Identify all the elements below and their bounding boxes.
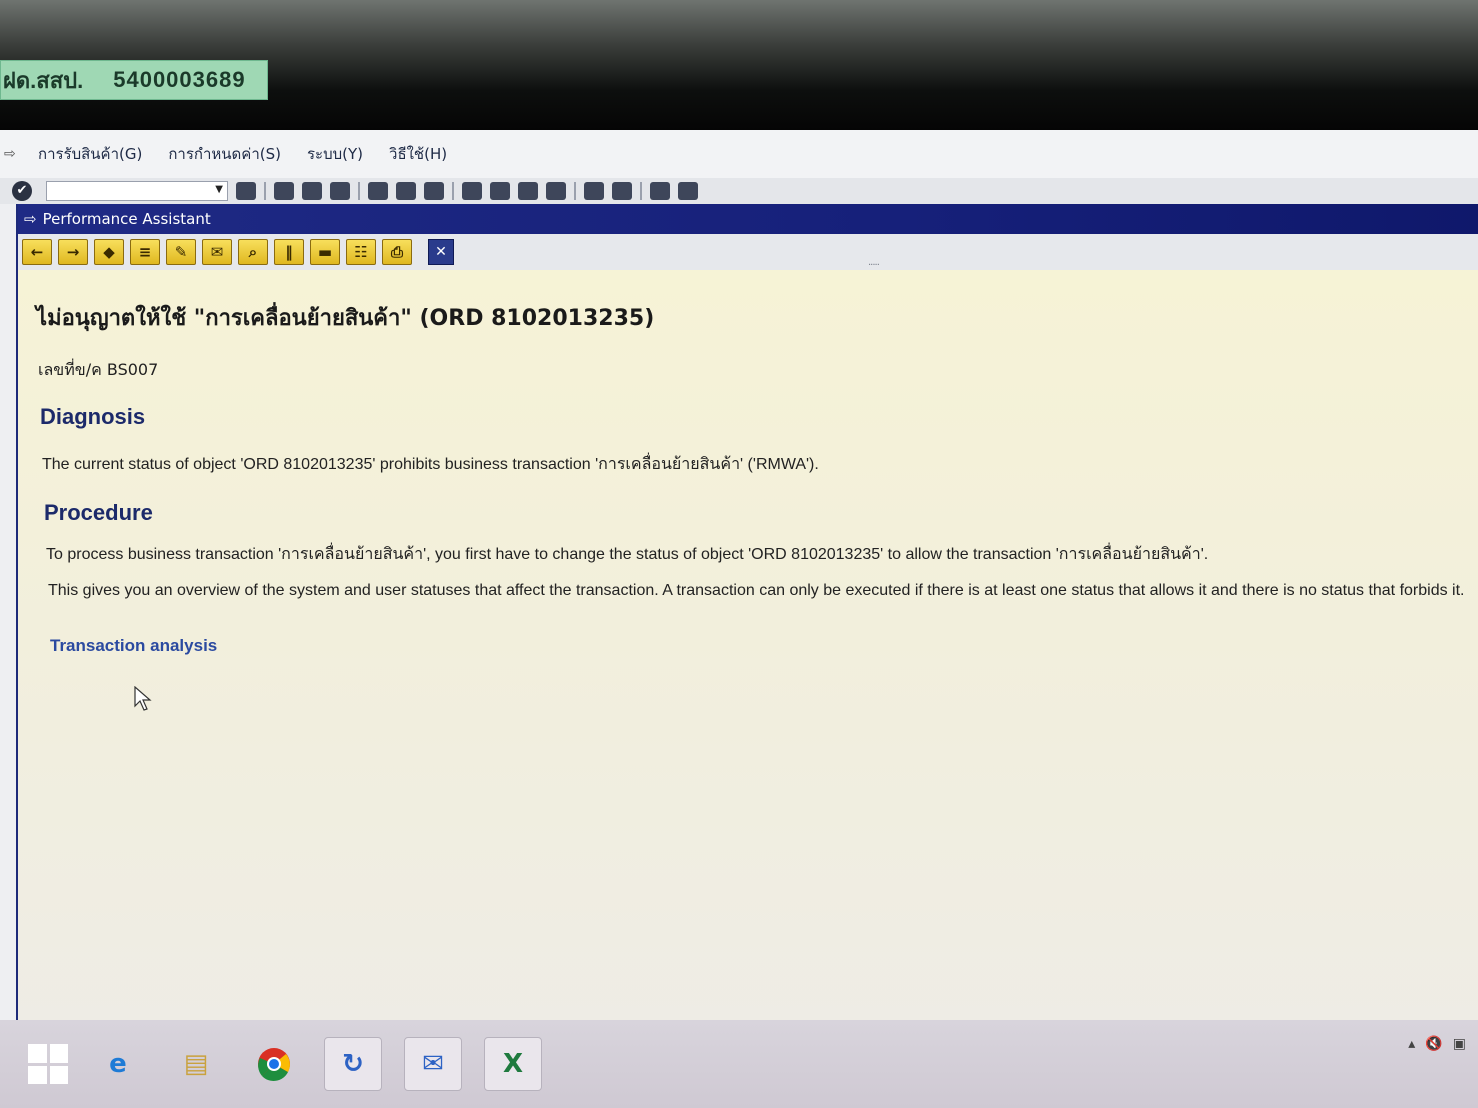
edit-icon[interactable]: ✎ bbox=[166, 239, 196, 265]
find-next-icon[interactable] bbox=[424, 182, 444, 200]
menu-item-settings[interactable]: การกำหนดค่า(S) bbox=[168, 142, 281, 166]
monitor-bezel: ฝด.สสป. 5400003689 bbox=[0, 0, 1478, 130]
transaction-analysis-link[interactable]: Transaction analysis bbox=[50, 636, 217, 656]
message-heading: ไม่อนุญาตให้ใช้ "การเคลื่อนย้ายสินค้า" (… bbox=[36, 306, 655, 331]
standard-toolbar: ✔ ▼ bbox=[0, 178, 1478, 204]
diagnosis-text: The current status of object 'ORD 810201… bbox=[42, 456, 819, 473]
diagnosis-heading: Diagnosis bbox=[40, 404, 146, 429]
mouse-cursor-icon bbox=[134, 686, 152, 711]
procedure-text-2: This gives you an overview of the system… bbox=[48, 582, 1465, 599]
volume-muted-icon[interactable]: 🔇 bbox=[1425, 1036, 1442, 1052]
toolbar-separator bbox=[452, 182, 454, 200]
toolbar-separator bbox=[358, 182, 360, 200]
menu-bar: ⇨ การรับสินค้า(G) การกำหนดค่า(S) ระบบ(Y)… bbox=[0, 130, 1478, 179]
find-icon[interactable]: ⌕ bbox=[238, 239, 268, 265]
previous-page-icon[interactable] bbox=[490, 182, 510, 200]
back-nav-icon[interactable] bbox=[274, 182, 294, 200]
find-icon[interactable] bbox=[396, 182, 416, 200]
last-page-icon[interactable] bbox=[546, 182, 566, 200]
layout-menu-icon[interactable] bbox=[678, 182, 698, 200]
print-icon[interactable] bbox=[368, 182, 388, 200]
chevron-down-icon[interactable]: ▼ bbox=[215, 184, 223, 195]
structure-icon[interactable]: ≡ bbox=[130, 239, 160, 265]
asset-sticker: ฝด.สสป. 5400003689 bbox=[0, 60, 268, 100]
document-number: เลขที่ข/ค BS007 bbox=[38, 360, 159, 379]
toolbar-separator bbox=[640, 182, 642, 200]
toolbar-separator bbox=[574, 182, 576, 200]
ie-icon[interactable]: e bbox=[90, 1038, 146, 1090]
notes-icon[interactable]: ✉ bbox=[202, 239, 232, 265]
print-icon[interactable]: ⎙ bbox=[382, 239, 412, 265]
book-icon[interactable]: ◆ bbox=[94, 239, 124, 265]
procedure-text-1: To process business transaction 'การเคลื… bbox=[46, 546, 1209, 563]
tray-chevron-icon[interactable]: ▴ bbox=[1408, 1036, 1415, 1052]
screen: ⇨ การรับสินค้า(G) การกำหนดค่า(S) ระบบ(Y)… bbox=[0, 130, 1478, 1108]
chrome-icon[interactable] bbox=[246, 1038, 302, 1090]
command-field[interactable]: ▼ bbox=[46, 181, 228, 201]
columns-icon[interactable]: ‖ bbox=[274, 239, 304, 265]
sap-logon-icon[interactable]: ↻ bbox=[324, 1037, 382, 1091]
outlook-icon[interactable]: ✉ bbox=[404, 1037, 462, 1091]
procedure-heading: Procedure bbox=[44, 500, 153, 525]
menu-item-goods-receipt[interactable]: การรับสินค้า(G) bbox=[38, 142, 142, 166]
system-tray: ▴ 🔇 ▣ bbox=[1408, 1036, 1466, 1052]
forward-icon[interactable]: → bbox=[58, 239, 88, 265]
print-preview-icon[interactable]: ☷ bbox=[346, 239, 376, 265]
file-explorer-icon[interactable]: ▤ bbox=[168, 1038, 224, 1090]
close-icon[interactable]: ✕ bbox=[428, 239, 454, 265]
shortcut-icon[interactable] bbox=[612, 182, 632, 200]
cancel-icon[interactable] bbox=[330, 182, 350, 200]
folder-icon[interactable]: ▬ bbox=[310, 239, 340, 265]
help-icon[interactable] bbox=[650, 182, 670, 200]
new-session-icon[interactable] bbox=[584, 182, 604, 200]
menu-arrow-icon: ⇨ bbox=[4, 146, 16, 162]
resize-grip[interactable]: ..... bbox=[868, 257, 880, 268]
next-page-icon[interactable] bbox=[518, 182, 538, 200]
window-title: Performance Assistant bbox=[42, 210, 211, 228]
windows-taskbar: e ▤ ↻ ✉ X ▴ 🔇 ▣ bbox=[0, 1020, 1478, 1108]
performance-assistant-window: ⇨ Performance Assistant ← → ◆ ≡ ✎ ✉ ⌕ ‖ … bbox=[16, 204, 1478, 1064]
menu-item-help[interactable]: วิธีใช้(H) bbox=[389, 142, 447, 166]
sticker-code: 5400003689 bbox=[113, 67, 246, 92]
menu-item-system[interactable]: ระบบ(Y) bbox=[307, 142, 363, 166]
window-titlebar[interactable]: ⇨ Performance Assistant bbox=[18, 204, 1478, 234]
first-page-icon[interactable] bbox=[462, 182, 482, 200]
network-icon[interactable]: ▣ bbox=[1453, 1036, 1466, 1052]
back-icon[interactable]: ← bbox=[22, 239, 52, 265]
sticker-prefix: ฝด.สสป. bbox=[3, 67, 84, 93]
assistant-toolbar: ← → ◆ ≡ ✎ ✉ ⌕ ‖ ▬ ☷ ⎙ ✕ ..... bbox=[18, 234, 1478, 271]
help-content: ไม่อนุญาตให้ใช้ "การเคลื่อนย้ายสินค้า" (… bbox=[18, 270, 1478, 1064]
excel-icon[interactable]: X bbox=[484, 1037, 542, 1091]
toolbar-separator bbox=[264, 182, 266, 200]
enter-check-icon[interactable]: ✔ bbox=[12, 181, 32, 201]
save-icon[interactable] bbox=[236, 182, 256, 200]
window-icon: ⇨ bbox=[24, 210, 37, 228]
windows-start-icon[interactable] bbox=[28, 1044, 68, 1084]
exit-icon[interactable] bbox=[302, 182, 322, 200]
